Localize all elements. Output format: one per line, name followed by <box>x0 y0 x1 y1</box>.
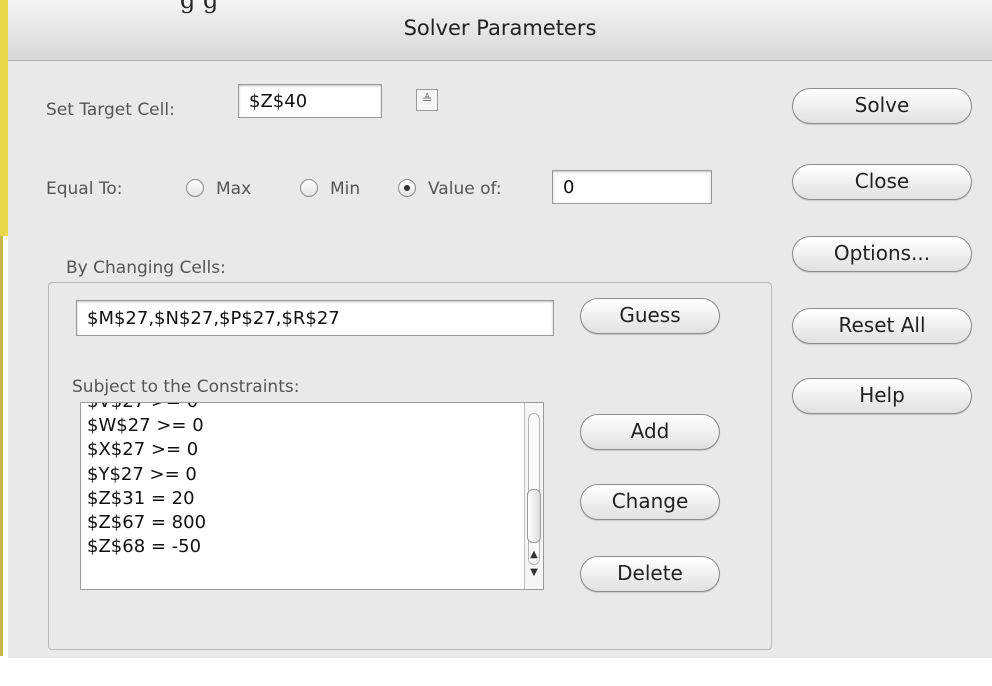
dialog-title: Solver Parameters <box>403 16 597 40</box>
solver-dialog: Solver Parameters Set Target Cell: $Z$40… <box>8 0 992 658</box>
list-item[interactable]: $W$27 >= 0 <box>87 414 523 438</box>
target-cell-label: Set Target Cell: <box>46 100 175 120</box>
scroll-thumb[interactable] <box>527 489 541 543</box>
max-radio[interactable] <box>186 179 204 197</box>
help-button[interactable]: Help <box>792 378 972 414</box>
constraints-label: Subject to the Constraints: <box>72 377 300 397</box>
list-item[interactable]: $V$27 >= 0 <box>87 403 523 414</box>
changing-cells-input[interactable]: $M$27,$N$27,$P$27,$R$27 <box>76 300 554 336</box>
constraints-items: $V$27 >= 0 $W$27 >= 0 $X$27 >= 0 $Y$27 >… <box>87 403 523 559</box>
changing-cells-label: By Changing Cells: <box>66 258 226 278</box>
list-item[interactable]: $Z$68 = -50 <box>87 535 523 559</box>
constraints-scrollbar[interactable]: ▲ ▼ <box>524 403 543 589</box>
add-constraint-button[interactable]: Add <box>580 414 720 450</box>
value-of-input[interactable]: 0 <box>552 170 712 204</box>
constraints-list[interactable]: $V$27 >= 0 $W$27 >= 0 $X$27 >= 0 $Y$27 >… <box>80 402 544 590</box>
list-item[interactable]: $Z$67 = 800 <box>87 511 523 535</box>
reset-all-button[interactable]: Reset All <box>792 308 972 344</box>
max-label: Max <box>216 179 252 199</box>
solve-button[interactable]: Solve <box>792 88 972 124</box>
close-button[interactable]: Close <box>792 164 972 200</box>
background-window-edge <box>0 0 8 236</box>
value-of-label: Value of: <box>428 179 502 199</box>
list-item[interactable]: $Z$31 = 20 <box>87 487 523 511</box>
change-constraint-button[interactable]: Change <box>580 484 720 520</box>
value-of-radio[interactable] <box>398 179 416 197</box>
guess-button[interactable]: Guess <box>580 298 720 334</box>
target-cell-input[interactable]: $Z$40 <box>238 84 382 118</box>
min-radio[interactable] <box>300 179 318 197</box>
options-button[interactable]: Options... <box>792 236 972 272</box>
list-item[interactable]: $Y$27 >= 0 <box>87 463 523 487</box>
list-item[interactable]: $X$27 >= 0 <box>87 438 523 462</box>
equal-to-label: Equal To: <box>46 179 123 199</box>
scroll-down-arrow-icon[interactable]: ▼ <box>529 567 539 578</box>
collapse-dialog-icon[interactable]: ≜ <box>416 89 438 111</box>
scroll-up-arrow-icon[interactable]: ▲ <box>529 549 539 560</box>
min-label: Min <box>330 179 361 199</box>
background-window-edge-lower <box>0 236 3 656</box>
title-bar[interactable]: Solver Parameters <box>8 0 992 61</box>
delete-constraint-button[interactable]: Delete <box>580 556 720 592</box>
